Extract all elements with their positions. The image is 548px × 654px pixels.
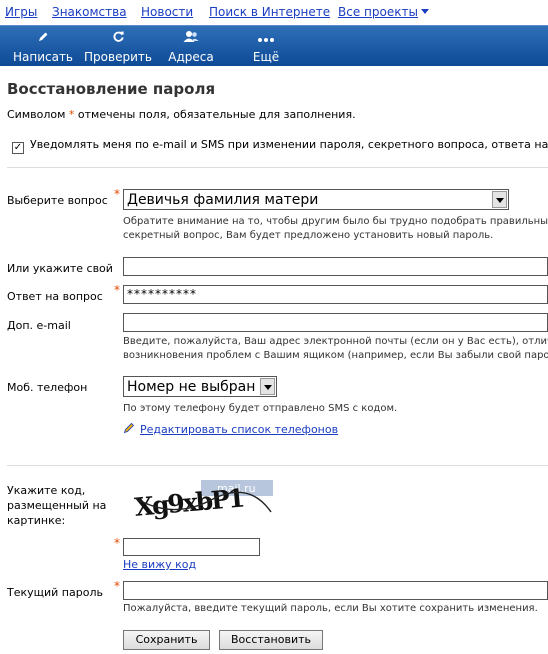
phone-hint: По этому телефону будет отправлено SMS с… [123,403,398,414]
save-button[interactable]: Сохранить [123,630,210,650]
cant-see-code-link[interactable]: Не вижу код [123,558,196,571]
current-password-input[interactable] [123,581,548,600]
question-hint-line-1: Обратите внимание на то, чтобы другим бы… [123,216,548,227]
question-label: Выберите вопрос [7,194,108,207]
pencil-icon [10,30,76,50]
phone-select-value: Номер не выбран [127,379,256,395]
notify-row: ✓ Уведомлять меня по e-mail и SMS при изм… [12,138,548,154]
check-mail-button[interactable]: Проверить [84,26,152,66]
extra-email-label: Доп. e-mail [7,319,71,332]
current-password-hint: Пожалуйста, введите текущий пароль, если… [123,603,538,614]
phone-select[interactable]: Номер не выбран [123,376,277,397]
nav-link-dating[interactable]: Знакомства [52,5,127,19]
check-label: Проверить [84,50,152,64]
chevron-down-icon [420,9,429,14]
current-password-label: Текущий пароль [7,586,103,599]
nav-link-games[interactable]: Игры [5,5,37,19]
mail-toolbar: Написать Проверить Адреса Ещё [0,25,548,66]
contacts-icon [166,30,216,50]
captcha-required-mark: * [114,536,120,550]
own-question-input[interactable] [123,257,548,276]
required-note: Символом * отмечены поля, обязательные д… [7,108,356,121]
addresses-label: Адреса [168,50,214,64]
question-select[interactable]: Девичья фамилия матери [123,189,509,210]
captcha-label-line-3: картинке: [7,514,66,527]
captcha-input[interactable] [123,538,260,556]
write-button[interactable]: Написать [10,26,76,66]
extra-email-input[interactable] [123,313,548,332]
more-label: Ещё [252,50,280,64]
write-label: Написать [12,50,74,64]
page-title: Восстановление пароля [7,80,216,98]
question-hint-line-2: секретный вопрос, Вам будет предложено у… [123,230,494,241]
password-required-mark: * [114,579,120,593]
answer-required-mark: * [114,283,120,297]
captcha-image: mail.ru Xg9xbP1 [133,478,273,522]
all-projects-label: Все проекты [338,5,418,19]
divider [7,465,548,466]
question-required-mark: * [114,187,120,201]
captcha-label-line-2: размещенный на [7,499,107,512]
answer-label: Ответ на вопрос [7,290,103,303]
required-note-before: Символом [7,108,69,121]
notify-checkbox[interactable]: ✓ [12,142,24,154]
more-button[interactable]: Ещё [244,26,288,66]
chevron-down-icon[interactable] [492,191,507,208]
top-nav: Игры Знакомства Новости Поиск в Интернет… [0,0,548,24]
nav-link-internet-search[interactable]: Поиск в Интернете [209,5,330,19]
answer-input[interactable]: ********** [123,285,548,304]
email-hint-line-1: Введите, пожалуйста, Ваш адрес электронн… [123,336,548,347]
question-select-value: Девичья фамилия матери [127,192,319,208]
edit-phones-link[interactable]: Редактировать список телефонов [140,423,338,436]
nav-all-projects[interactable]: Все проекты [338,5,429,19]
nav-link-news[interactable]: Новости [141,5,193,19]
phone-label: Моб. телефон [7,381,88,394]
addresses-button[interactable]: Адреса [166,26,216,66]
captcha-code: Xg9xbP1 [133,484,244,522]
restore-button[interactable]: Восстановить [219,630,323,650]
refresh-icon [84,30,152,50]
own-question-label: Или укажите свой [7,262,113,275]
email-hint-line-2: возникновения проблем с Вашим ящиком (на… [123,350,548,361]
notify-label: Уведомлять меня по e-mail и SMS при изме… [30,138,548,151]
more-dots-icon [244,30,288,50]
chevron-down-icon[interactable] [260,378,275,395]
captcha-label-line-1: Укажите код, [7,484,86,497]
required-note-after: отмечены поля, обязательные для заполнен… [74,108,356,121]
pencil-icon [123,422,135,437]
divider [7,167,548,168]
